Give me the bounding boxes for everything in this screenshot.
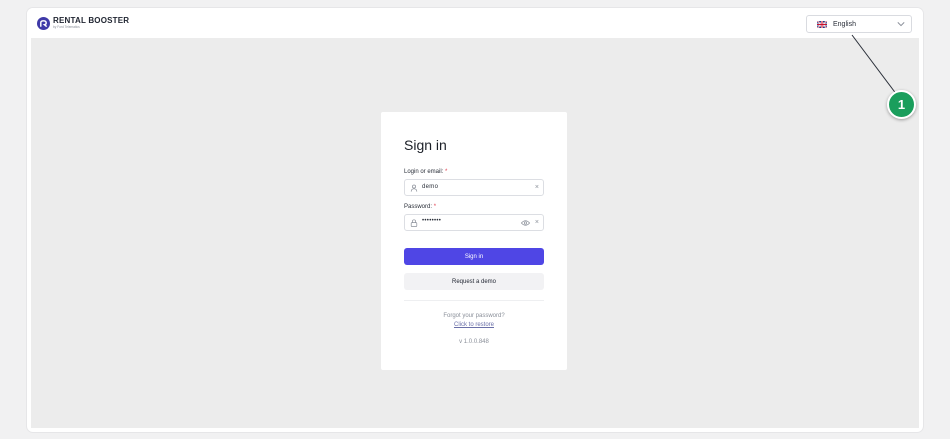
annotation-badge: 1 bbox=[887, 90, 916, 119]
callout-line bbox=[851, 34, 898, 96]
